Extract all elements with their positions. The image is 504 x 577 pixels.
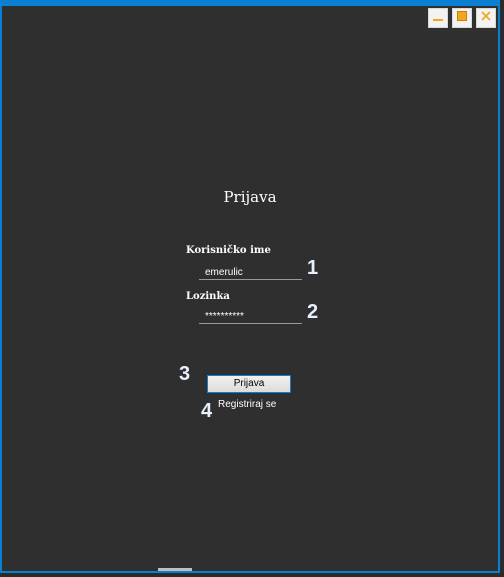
annotation-badge-4: 4 <box>201 400 213 422</box>
minimize-button[interactable] <box>428 8 448 28</box>
password-value: ********** <box>205 311 244 322</box>
bottom-handle <box>158 568 192 571</box>
minimize-icon <box>432 9 444 27</box>
close-button[interactable] <box>476 8 496 28</box>
window-controls <box>428 8 496 28</box>
maximize-icon <box>456 9 468 27</box>
username-label: Korisničko ime <box>186 245 271 256</box>
annotation-badge-2: 2 <box>307 301 319 323</box>
login-button[interactable]: Prijava <box>207 375 291 393</box>
annotation-badge-3: 3 <box>179 363 191 385</box>
maximize-button[interactable] <box>452 8 472 28</box>
app-window: Prijava Korisničko ime emerulic 1 Lozink… <box>0 0 500 573</box>
password-field[interactable]: ********** <box>199 310 302 324</box>
username-value: emerulic <box>205 267 243 278</box>
password-label: Lozinka <box>186 291 230 302</box>
register-link[interactable]: Registriraj se <box>218 399 276 410</box>
annotation-badge-1: 1 <box>307 257 319 279</box>
page-title: Prijava <box>223 188 277 206</box>
username-field[interactable]: emerulic <box>199 266 302 280</box>
close-icon <box>480 9 492 27</box>
